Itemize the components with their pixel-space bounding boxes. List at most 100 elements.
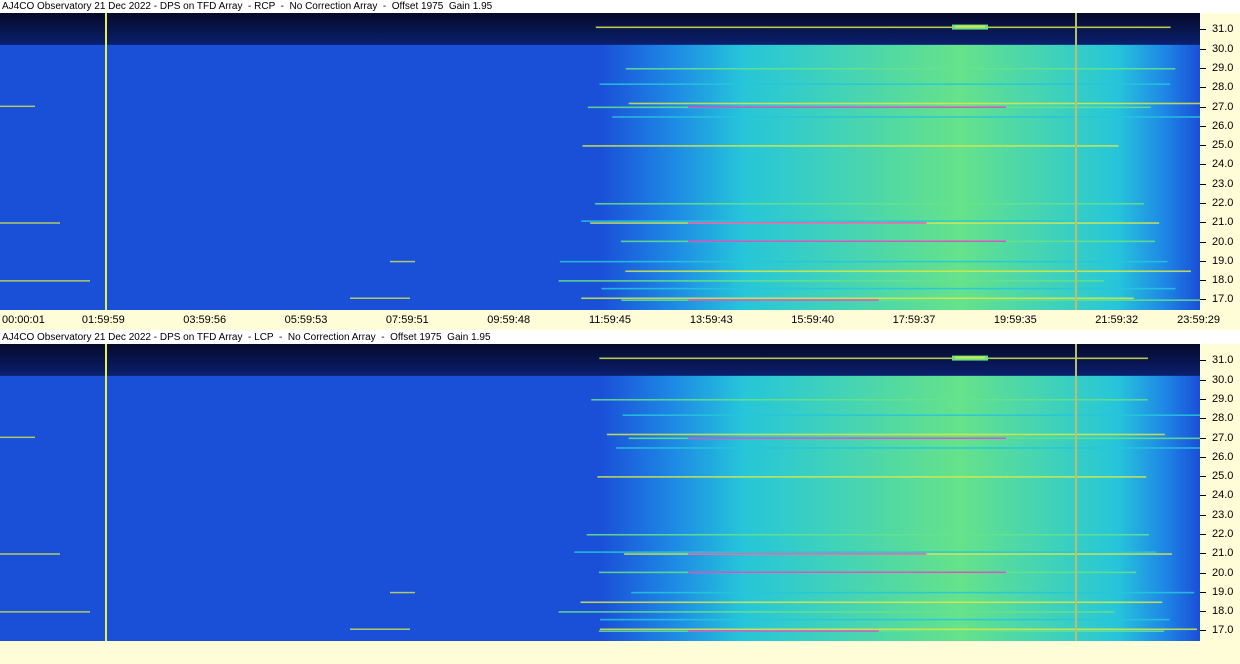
y-tick-label: 22.0 [1212,527,1234,540]
y-tick-mark [1200,164,1206,166]
y-tick-label: 19.0 [1212,254,1234,267]
x-tick-label: 01:59:59 [81,314,125,326]
y-tick-label: 27.0 [1212,431,1234,444]
y-tick-label: 30.0 [1212,373,1234,386]
y-tick-mark [1200,360,1206,362]
bright-signal-core [955,25,985,28]
low-band-line [0,436,35,439]
y-tick-label: 31.0 [1212,354,1234,367]
interference-line [597,476,1147,478]
lcp-spectrogram-svg [0,344,1200,641]
interference-line [625,270,1191,273]
x-tick-label: 13:59:43 [689,314,733,326]
hot-line [688,630,879,632]
y-tick-label: 20.0 [1212,235,1234,248]
y-tick-label: 18.0 [1212,274,1234,287]
y-tick-label: 24.0 [1212,489,1234,502]
spectrogram-dark-band [0,13,1200,45]
y-tick-mark [1200,87,1206,89]
rcp-spectrogram [0,13,1200,310]
interference-line [598,630,1165,632]
y-tick-mark [1200,48,1206,50]
y-tick-mark [1200,591,1206,593]
lcp-frequency-axis: 31.0 30.0 29.0 28.0 27.0 26.0 25.0 24.0 23.0 22.0… [1200,344,1240,641]
interference-line [631,591,1195,594]
low-band-line [0,105,35,108]
interference-line [591,398,1148,401]
interference-line [599,618,1170,621]
y-tick-label: 25.0 [1212,139,1234,152]
hot-line [688,106,1006,108]
time-marker [105,13,107,310]
y-tick-mark [1200,437,1206,439]
interference-line [628,102,1200,105]
bottom-axis-strip [0,641,1240,664]
y-tick-mark [1200,125,1206,127]
y-tick-label: 31.0 [1212,23,1234,36]
interference-line [595,26,1171,29]
low-band-line [390,260,415,263]
y-tick-label: 28.0 [1212,412,1234,425]
y-tick-label: 27.0 [1212,100,1234,113]
y-tick-label: 22.0 [1212,196,1234,209]
low-band-line [0,280,90,282]
rcp-title: AJ4CO Observatory 21 Dec 2022 - DPS on T… [0,0,1240,13]
interference-line [558,280,1104,282]
x-tick-label: 23:59:29 [1177,314,1220,326]
lcp-title: AJ4CO Observatory 21 Dec 2022 - DPS on T… [0,331,1240,344]
y-tick-mark [1200,456,1206,458]
lcp-spectrogram [0,344,1200,641]
y-tick-mark [1200,145,1206,147]
y-tick-label: 23.0 [1212,177,1234,190]
y-tick-mark [1200,611,1206,613]
y-tick-label: 24.0 [1212,158,1234,171]
y-tick-label: 20.0 [1212,566,1234,579]
y-tick-label: 19.0 [1212,585,1234,598]
y-tick-mark [1200,241,1206,243]
y-tick-label: 29.0 [1212,392,1234,405]
interference-line [615,447,1200,449]
y-tick-mark [1200,260,1206,262]
y-tick-label: 28.0 [1212,81,1234,94]
low-band-line [0,222,60,224]
interference-line [601,287,1176,290]
y-tick-mark [1200,495,1206,497]
y-tick-mark [1200,106,1206,108]
interference-line [582,145,1119,147]
hot-line [688,571,1006,573]
interference-line [574,551,1157,553]
hot-line [688,299,879,301]
x-tick-label: 19:59:35 [993,314,1037,326]
x-tick-label: 05:59:53 [284,314,328,326]
y-tick-mark [1200,222,1206,224]
y-tick-mark [1200,379,1206,381]
x-tick-label: 07:59:51 [385,314,429,326]
y-tick-mark [1200,514,1206,516]
x-tick-label: 03:59:56 [183,314,227,326]
y-tick-mark [1200,67,1206,69]
low-band-line [390,591,415,594]
hot-line [688,222,927,224]
y-tick-label: 21.0 [1212,216,1234,229]
x-tick-label: 17:59:37 [892,314,936,326]
y-tick-mark [1200,533,1206,535]
low-band-line [350,297,410,299]
y-tick-mark [1200,476,1206,478]
time-marker [105,344,107,641]
interference-line [599,357,1148,360]
interference-line [586,533,1149,536]
time-marker [1075,344,1077,641]
hot-line [688,437,1006,439]
y-tick-label: 21.0 [1212,547,1234,560]
interference-line [599,83,1171,85]
y-tick-label: 26.0 [1212,450,1234,463]
y-tick-mark [1200,418,1206,420]
y-tick-label: 29.0 [1212,61,1234,74]
low-band-line [0,611,90,613]
interference-line [581,220,1124,222]
time-marker [1075,13,1077,310]
low-band-line [0,553,60,555]
time-axis: 00:00:01 01:59:59 03:59:56 05:59:53 07:59:51… [0,310,1240,330]
interference-line [606,433,1165,436]
interference-line [595,202,1144,205]
